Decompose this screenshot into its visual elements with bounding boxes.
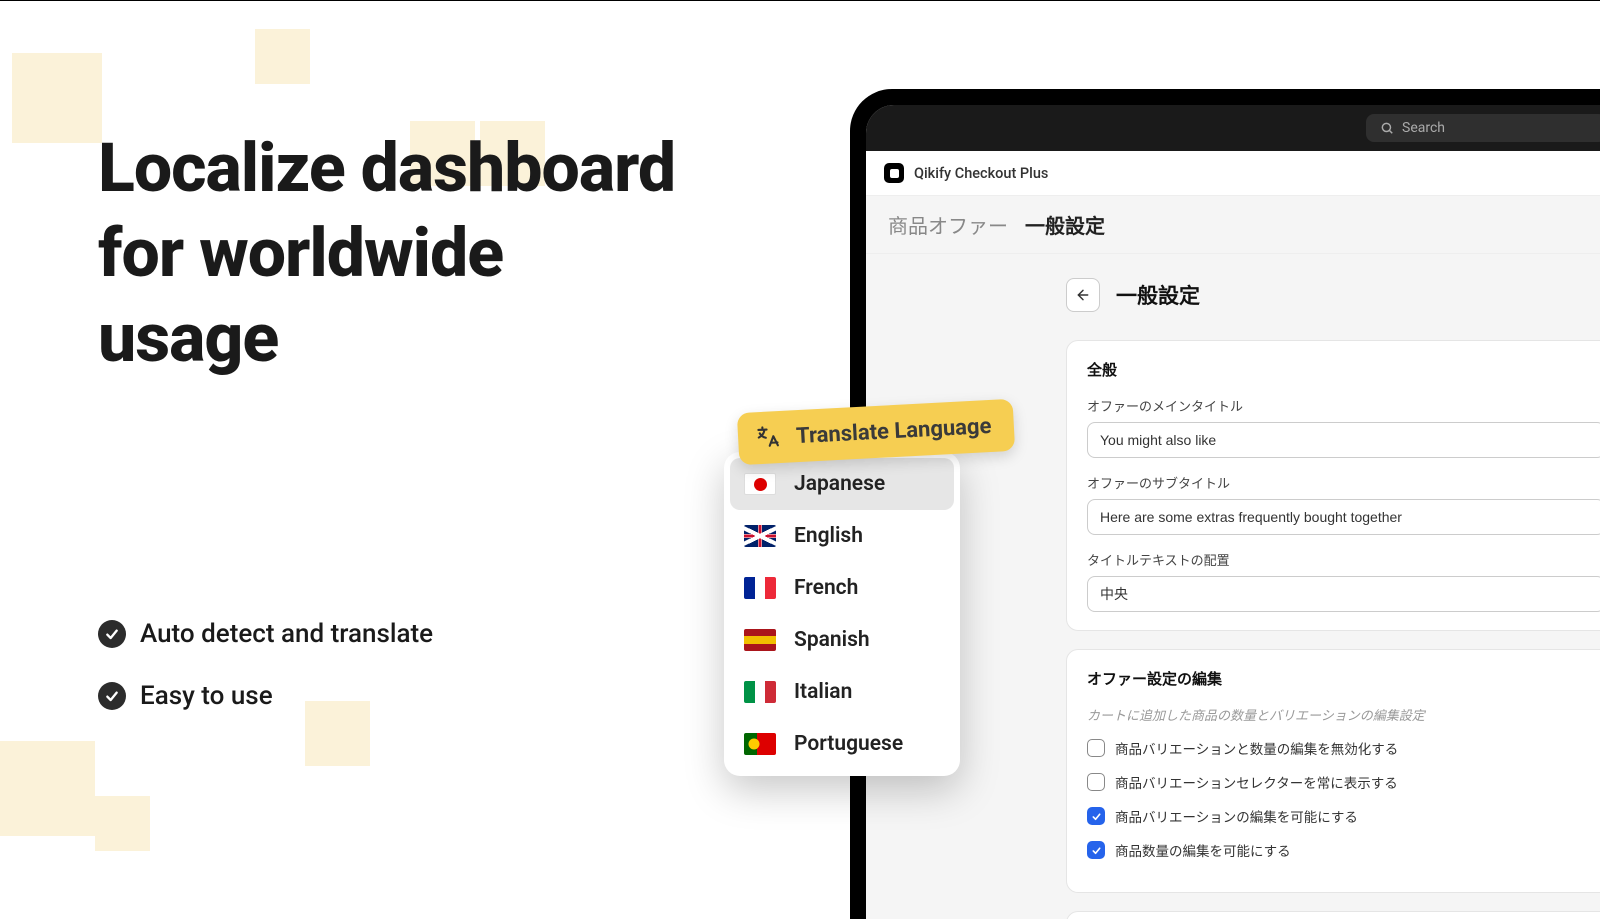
it-flag-icon	[744, 681, 776, 703]
checkbox[interactable]	[1087, 807, 1105, 825]
field-label: オファーのメインタイトル	[1087, 396, 1600, 415]
checkbox-label: 商品バリエーションセレクターを常に表示する	[1115, 772, 1398, 792]
hero-section: Localize dashboard for worldwide usage	[98, 126, 678, 381]
checkbox-label: 商品バリエーションの編集を可能にする	[1115, 806, 1358, 826]
sub-title-input[interactable]	[1087, 499, 1600, 535]
card-title: オファー設定の編集	[1087, 668, 1600, 689]
edit-offer-card: オファー設定の編集 カートに追加した商品の数量とバリエーションの編集設定 商品バ…	[1066, 649, 1600, 893]
language-option-jp[interactable]: Japanese	[730, 458, 954, 510]
checkbox[interactable]	[1087, 739, 1105, 757]
bg-decoration	[255, 29, 310, 84]
language-name: Portuguese	[794, 732, 903, 756]
field-label: オファーのサブタイトル	[1087, 473, 1600, 492]
checkbox[interactable]	[1087, 841, 1105, 859]
page-title-row: 一般設定	[1066, 278, 1600, 312]
bg-decoration	[0, 741, 95, 836]
alignment-select[interactable]	[1087, 576, 1600, 612]
language-popup: Translate Language Japanese English French…	[724, 406, 1014, 776]
search-placeholder: Search	[1402, 120, 1445, 136]
translate-banner-label: Translate Language	[795, 413, 992, 448]
jp-flag-icon	[744, 473, 776, 495]
language-name: French	[794, 576, 858, 600]
language-name: Japanese	[794, 472, 885, 496]
bg-decoration	[95, 796, 150, 851]
language-option-fr[interactable]: French	[730, 562, 954, 614]
language-name: Spanish	[794, 628, 870, 652]
breadcrumb-prev[interactable]: 商品オファー	[888, 214, 1008, 238]
checkbox-row[interactable]: 商品バリエーションセレクターを常に表示する	[1087, 772, 1600, 792]
hero-title: Localize dashboard for worldwide usage	[98, 126, 678, 381]
feature-label: Auto detect and translate	[140, 619, 433, 649]
breadcrumb: 商品オファー 一般設定	[866, 196, 1600, 254]
feature-label: Easy to use	[140, 681, 273, 711]
pt-flag-icon	[744, 733, 776, 755]
language-option-it[interactable]: Italian	[730, 666, 954, 718]
en-flag-icon	[744, 525, 776, 547]
bg-decoration	[12, 53, 102, 143]
feature-list: Auto detect and translate Easy to use	[98, 619, 433, 743]
app-header: Qikify Checkout Plus	[866, 151, 1600, 196]
translate-banner: Translate Language	[737, 399, 1015, 465]
field-label: タイトルテキストの配置	[1087, 550, 1600, 569]
checkbox[interactable]	[1087, 773, 1105, 791]
language-list: Japanese English French Spanish Italian Portu…	[724, 452, 960, 776]
general-card: 全般 オファーのメインタイトル オファーのサブタイトル タイトルテキストの配置	[1066, 340, 1600, 631]
feature-item: Easy to use	[98, 681, 433, 711]
breadcrumb-current: 一般設定	[1025, 214, 1105, 238]
card-title: 全般	[1087, 359, 1600, 380]
checkbox-row[interactable]: 商品数量の編集を可能にする	[1087, 840, 1600, 860]
checkbox-row[interactable]: 商品バリエーションと数量の編集を無効化する	[1087, 738, 1600, 758]
language-option-pt[interactable]: Portuguese	[730, 718, 954, 770]
check-icon	[98, 620, 126, 648]
app-name: Qikify Checkout Plus	[914, 165, 1048, 182]
checkbox-label: 商品数量の編集を可能にする	[1115, 840, 1291, 860]
layout-card: レイアウト	[1066, 911, 1600, 919]
language-option-es[interactable]: Spanish	[730, 614, 954, 666]
checkbox-row[interactable]: 商品バリエーションの編集を可能にする	[1087, 806, 1600, 826]
checkbox-label: 商品バリエーションと数量の編集を無効化する	[1115, 738, 1398, 758]
page-title: 一般設定	[1116, 280, 1200, 310]
app-logo-icon	[884, 163, 904, 183]
top-bar: Search	[866, 105, 1600, 151]
language-name: Italian	[794, 680, 852, 704]
main-title-input[interactable]	[1087, 422, 1600, 458]
fr-flag-icon	[744, 577, 776, 599]
card-description: カートに追加した商品の数量とバリエーションの編集設定	[1087, 705, 1600, 724]
language-name: English	[794, 524, 863, 548]
feature-item: Auto detect and translate	[98, 619, 433, 649]
language-option-en[interactable]: English	[730, 510, 954, 562]
back-button[interactable]	[1066, 278, 1100, 312]
search-input[interactable]: Search	[1366, 114, 1600, 142]
es-flag-icon	[744, 629, 776, 651]
check-icon	[98, 682, 126, 710]
